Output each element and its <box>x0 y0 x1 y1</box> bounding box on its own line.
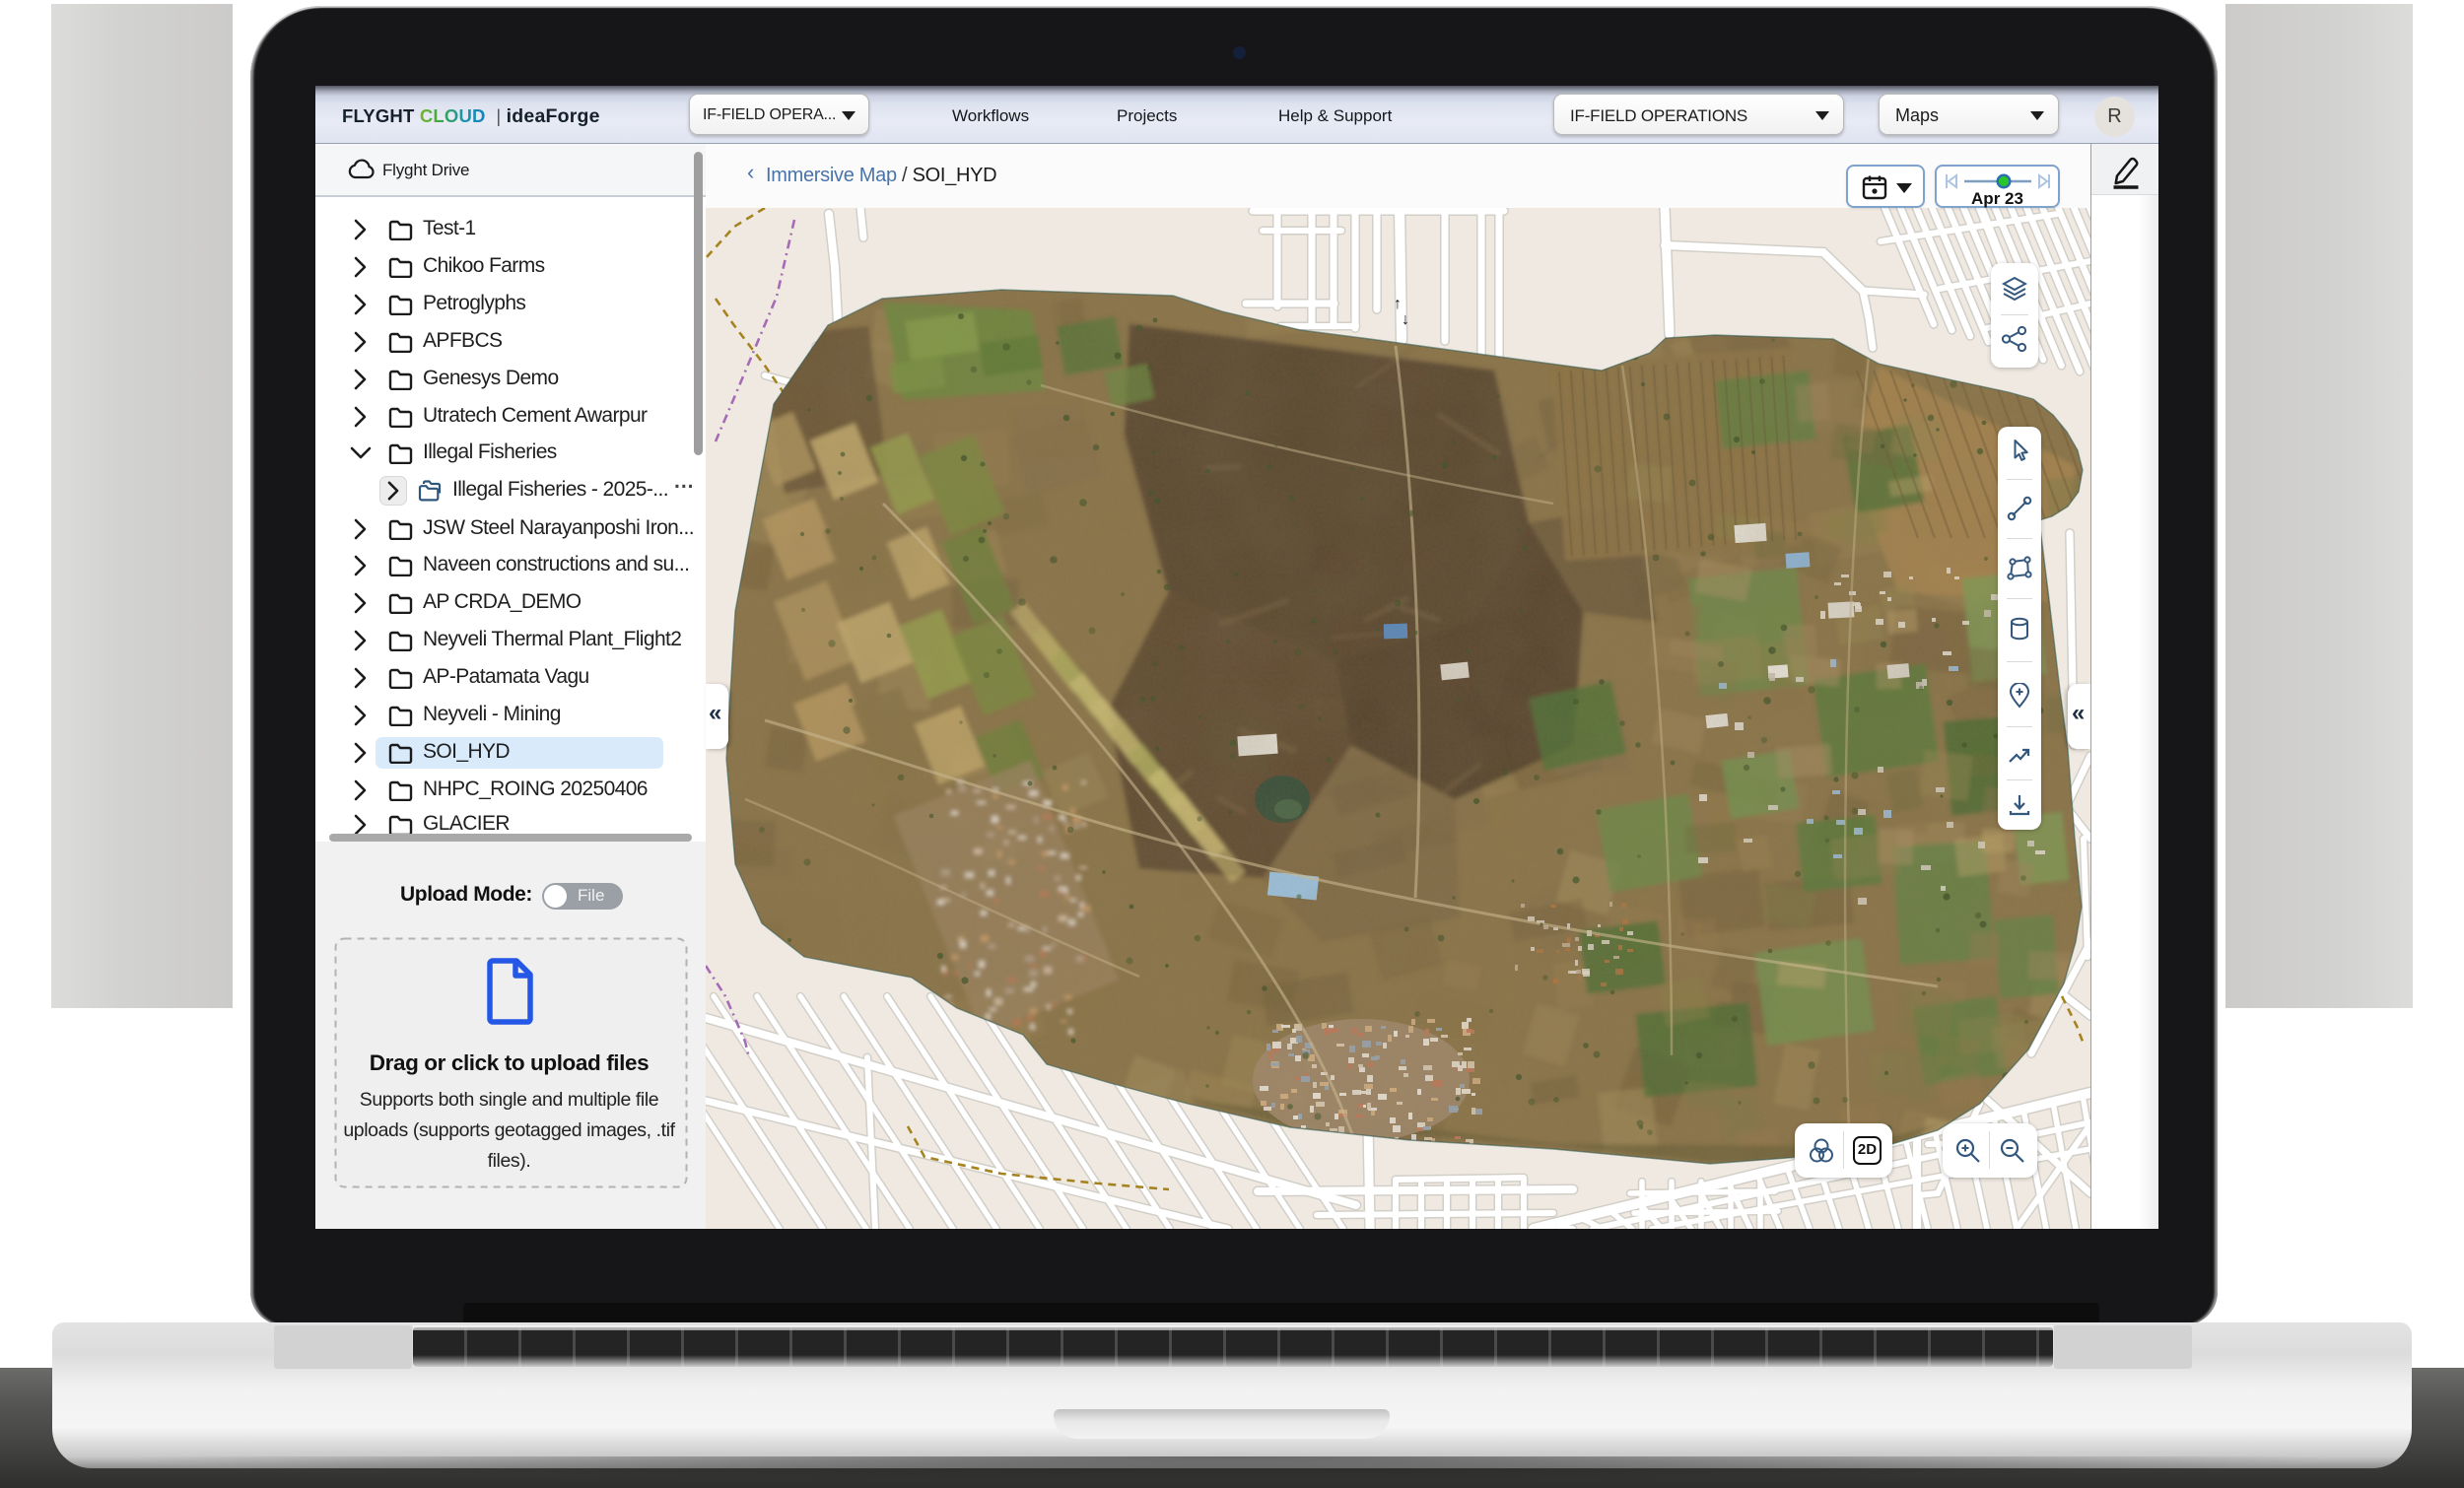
svg-text:↑: ↑ <box>1394 296 1402 312</box>
svg-text:↓: ↓ <box>1402 311 1409 328</box>
